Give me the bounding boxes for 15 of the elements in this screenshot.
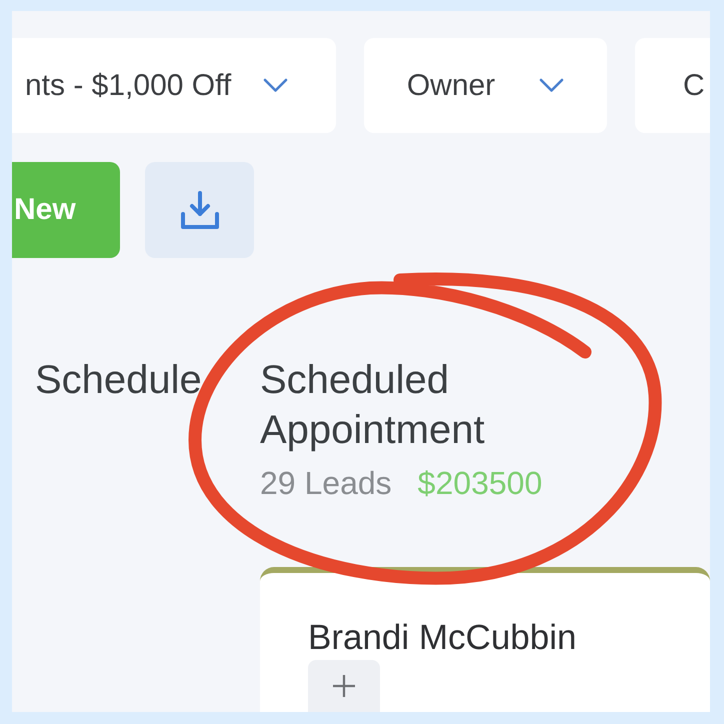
filter-dropdown[interactable]: nts - $1,000 Off (12, 38, 336, 133)
plus-icon (333, 675, 355, 697)
column-title: Schedule (35, 357, 203, 404)
filter-dropdown[interactable]: C (635, 38, 710, 133)
lead-name: Brandi McCubbin (308, 617, 578, 659)
download-icon (180, 190, 220, 230)
chevron-down-icon (263, 78, 288, 93)
lead-card[interactable]: Brandi McCubbin (260, 567, 710, 712)
add-button[interactable] (308, 660, 380, 712)
filter-dropdown[interactable]: Owner (364, 38, 607, 133)
lead-amount: $203500 (418, 464, 542, 503)
chevron-down-icon (539, 78, 564, 93)
lead-count: 29 Leads (260, 464, 392, 503)
column-title: Scheduled Appointment (260, 357, 486, 454)
download-button[interactable] (145, 162, 254, 258)
